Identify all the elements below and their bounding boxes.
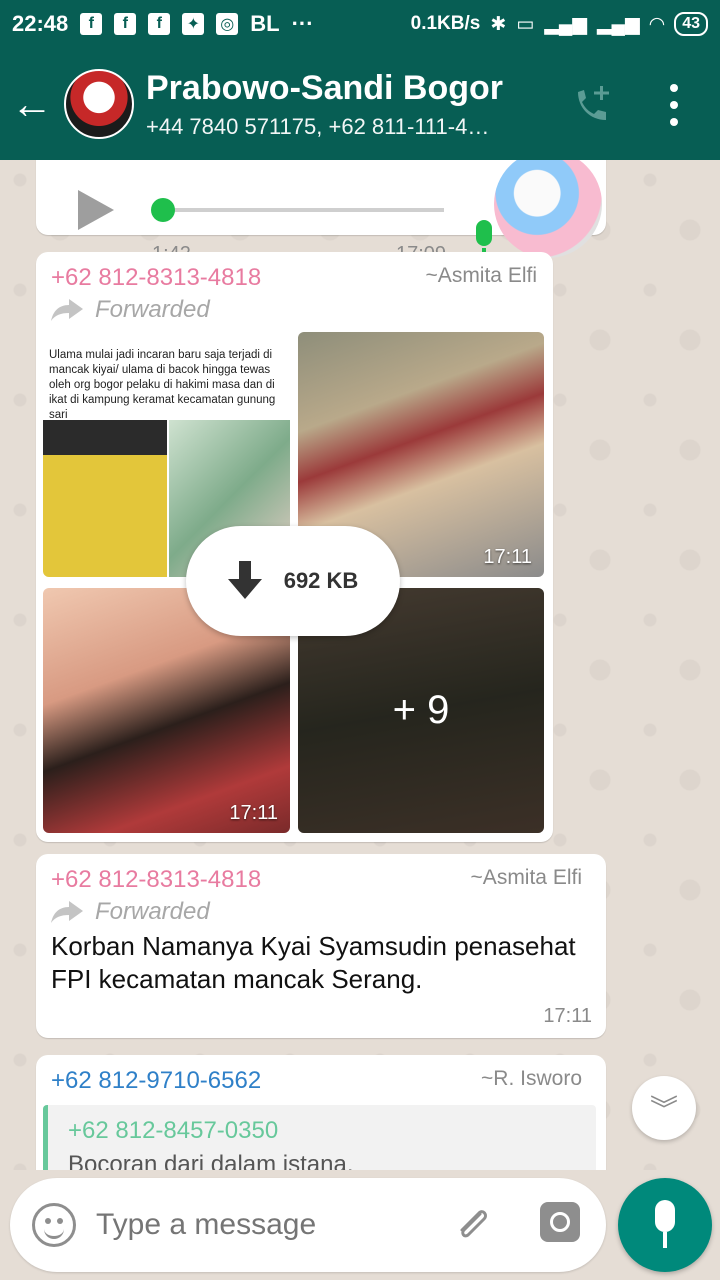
signal-icon: ▂▄▆ — [596, 13, 640, 35]
chevron-down-icon[interactable]: ︾ — [632, 1076, 696, 1140]
forward-icon — [51, 299, 83, 321]
signal-icon: ▂▄▆ — [544, 13, 587, 35]
text-message-bubble[interactable]: +62 812-8313-4818 ~Asmita Elfi Forwarded… — [36, 854, 606, 1038]
quoted-message[interactable]: +62 812-8457-0350 Bocoran dari dalam ist… — [43, 1105, 596, 1170]
thumbnail-caption: Ulama mulai jadi incaran baru saja terja… — [49, 349, 276, 421]
camera-icon[interactable] — [540, 1202, 580, 1242]
download-icon — [227, 561, 262, 601]
message-input-bar — [10, 1178, 606, 1272]
voice-seekbar[interactable] — [162, 208, 444, 212]
forward-icon — [51, 901, 83, 923]
wifi-icon: ◠ — [649, 13, 665, 35]
add-call-icon[interactable] — [568, 82, 616, 130]
media-message-bubble[interactable]: +62 812-8313-4818 ~Asmita Elfi Forwarded… — [36, 252, 553, 842]
seek-knob[interactable] — [151, 198, 175, 222]
play-icon[interactable] — [78, 190, 114, 230]
quote-message-bubble[interactable]: +62 812-9710-6562 ~R. Isworo +62 812-845… — [36, 1055, 606, 1170]
thumbnail-time: 17:11 — [229, 802, 278, 824]
message-time: 17:11 — [543, 1005, 592, 1027]
carrier-label: BL — [250, 11, 280, 36]
voice-message-bubble[interactable]: 1:42 17:09 — [36, 160, 606, 265]
sender-name: ~Asmita Elfi — [425, 264, 537, 287]
facebook-icon: f — [80, 13, 103, 35]
chat-title: Prabowo-Sandi Bogor — [146, 68, 503, 107]
quoted-sender: +62 812-8457-0350 — [68, 1117, 279, 1144]
add-call-icon — [578, 86, 609, 120]
message-input[interactable] — [96, 1208, 426, 1242]
facebook-icon: f — [148, 13, 171, 35]
emoji-icon[interactable] — [32, 1203, 76, 1247]
status-dots: ··· — [291, 11, 314, 36]
status-bar: 22:48 f f f ✦ ◎ BL ··· 0.1KB/s ✱ ▭ ▂▄▆ ▂… — [0, 0, 720, 48]
thumbnail-image — [43, 420, 167, 577]
battery-icon: 43 — [674, 12, 708, 36]
chat-info[interactable]: Prabowo-Sandi Bogor +44 7840 571175, +62… — [146, 69, 566, 140]
status-time: 22:48 — [12, 11, 69, 36]
quoted-text: Bocoran dari dalam istana. — [68, 1151, 354, 1170]
sender-phone[interactable]: +62 812-9710-6562 — [51, 1067, 261, 1095]
mic-button[interactable] — [618, 1178, 712, 1272]
forwarded-label: Forwarded — [51, 296, 210, 324]
attach-icon[interactable] — [450, 1202, 494, 1246]
download-button[interactable]: 692 KB — [186, 526, 400, 636]
sender-name: ~Asmita Elfi — [470, 866, 582, 889]
sender-phone[interactable]: +62 812-8313-4818 — [51, 866, 261, 894]
bluetooth-icon: ✱ — [490, 13, 507, 35]
back-arrow-icon[interactable]: ← — [0, 48, 64, 160]
more-vert-icon[interactable] — [654, 80, 694, 130]
chrome-icon: ◎ — [216, 13, 239, 35]
sender-avatar[interactable] — [494, 160, 602, 258]
chat-area[interactable]: 1:42 17:09 +62 812-8313-4818 ~Asmita Elf… — [0, 160, 720, 1170]
chat-subtitle: +44 7840 571175, +62 811-111-4… — [146, 113, 490, 139]
download-size: 692 KB — [283, 568, 359, 593]
thumbnail-time: 17:11 — [483, 546, 532, 568]
facebook-icon: f — [114, 13, 137, 35]
forwarded-label: Forwarded — [51, 898, 210, 926]
messenger-icon: ✦ — [182, 13, 205, 35]
net-speed: 0.1KB/s — [410, 13, 481, 34]
message-text: Korban Namanya Kyai Syamsudin penasehat … — [51, 931, 576, 994]
sender-name: ~R. Isworo — [481, 1067, 582, 1090]
group-avatar[interactable] — [64, 69, 134, 139]
chat-header: ← Prabowo-Sandi Bogor +44 7840 571175, +… — [0, 48, 720, 160]
vibrate-icon: ▭ — [516, 13, 535, 35]
sender-phone[interactable]: +62 812-8313-4818 — [51, 264, 261, 292]
